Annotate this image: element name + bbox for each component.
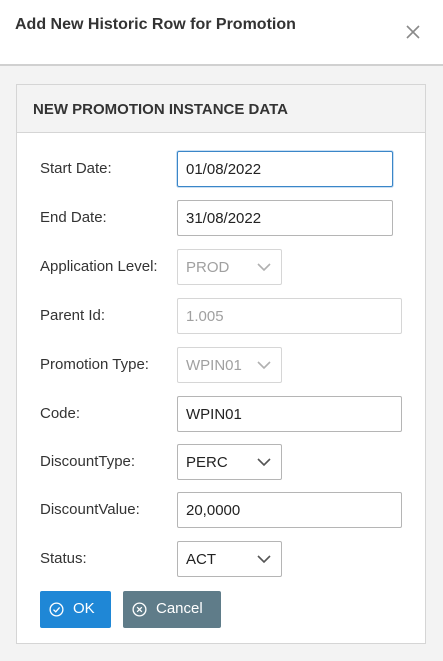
promotion-instance-panel: NEW PROMOTION INSTANCE DATA Start Date: … xyxy=(16,84,426,644)
discount-type-select[interactable]: PERC xyxy=(177,444,282,480)
status-value: ACT xyxy=(186,551,216,568)
code-label: Code: xyxy=(40,405,81,422)
application-level-value: PROD xyxy=(186,259,230,276)
promotion-type-row: Promotion Type: WPIN01 xyxy=(17,347,427,383)
ok-button-label: OK xyxy=(73,600,95,617)
ok-button[interactable]: OK xyxy=(40,591,111,628)
chevron-down-icon xyxy=(257,263,271,272)
end-date-input[interactable]: 31/08/2022 xyxy=(177,200,393,236)
discount-value-label: DiscountValue: xyxy=(40,501,140,518)
discount-type-row: DiscountType: PERC xyxy=(17,444,427,480)
chevron-down-icon xyxy=(257,361,271,370)
chevron-down-icon xyxy=(257,555,271,564)
close-icon[interactable] xyxy=(405,24,421,40)
promotion-type-value: WPIN01 xyxy=(186,357,242,374)
parent-id-row: Parent Id: 1.005 xyxy=(17,298,427,334)
code-input[interactable]: WPIN01 xyxy=(177,396,402,432)
promotion-dialog: Add New Historic Row for Promotion NEW P… xyxy=(0,0,443,661)
discount-value-row: DiscountValue: 20,0000 xyxy=(17,492,427,528)
end-date-row: End Date: 31/08/2022 xyxy=(17,200,427,236)
end-date-label: End Date: xyxy=(40,209,107,226)
start-date-label: Start Date: xyxy=(40,160,112,177)
dialog-title: Add New Historic Row for Promotion xyxy=(15,16,296,33)
code-row: Code: WPIN01 xyxy=(17,396,427,432)
cancel-button[interactable]: Cancel xyxy=(123,591,221,628)
parent-id-input: 1.005 xyxy=(177,298,402,334)
application-level-label: Application Level: xyxy=(40,258,158,275)
check-circle-icon xyxy=(49,602,64,617)
start-date-row: Start Date: 01/08/2022 xyxy=(17,151,427,187)
application-level-row: Application Level: PROD xyxy=(17,249,427,285)
promotion-type-label: Promotion Type: xyxy=(40,356,149,373)
discount-type-value: PERC xyxy=(186,454,228,471)
status-row: Status: ACT xyxy=(17,541,427,577)
promotion-type-select: WPIN01 xyxy=(177,347,282,383)
discount-value-input[interactable]: 20,0000 xyxy=(177,492,402,528)
chevron-down-icon xyxy=(257,458,271,467)
status-select[interactable]: ACT xyxy=(177,541,282,577)
cancel-button-label: Cancel xyxy=(156,600,203,617)
application-level-select: PROD xyxy=(177,249,282,285)
parent-id-label: Parent Id: xyxy=(40,307,106,324)
discount-type-label: DiscountType: xyxy=(40,453,136,470)
status-label: Status: xyxy=(40,550,87,567)
dialog-header: Add New Historic Row for Promotion xyxy=(0,0,443,66)
cancel-circle-icon xyxy=(132,602,147,617)
panel-header: NEW PROMOTION INSTANCE DATA xyxy=(17,85,425,133)
start-date-input[interactable]: 01/08/2022 xyxy=(177,151,393,187)
